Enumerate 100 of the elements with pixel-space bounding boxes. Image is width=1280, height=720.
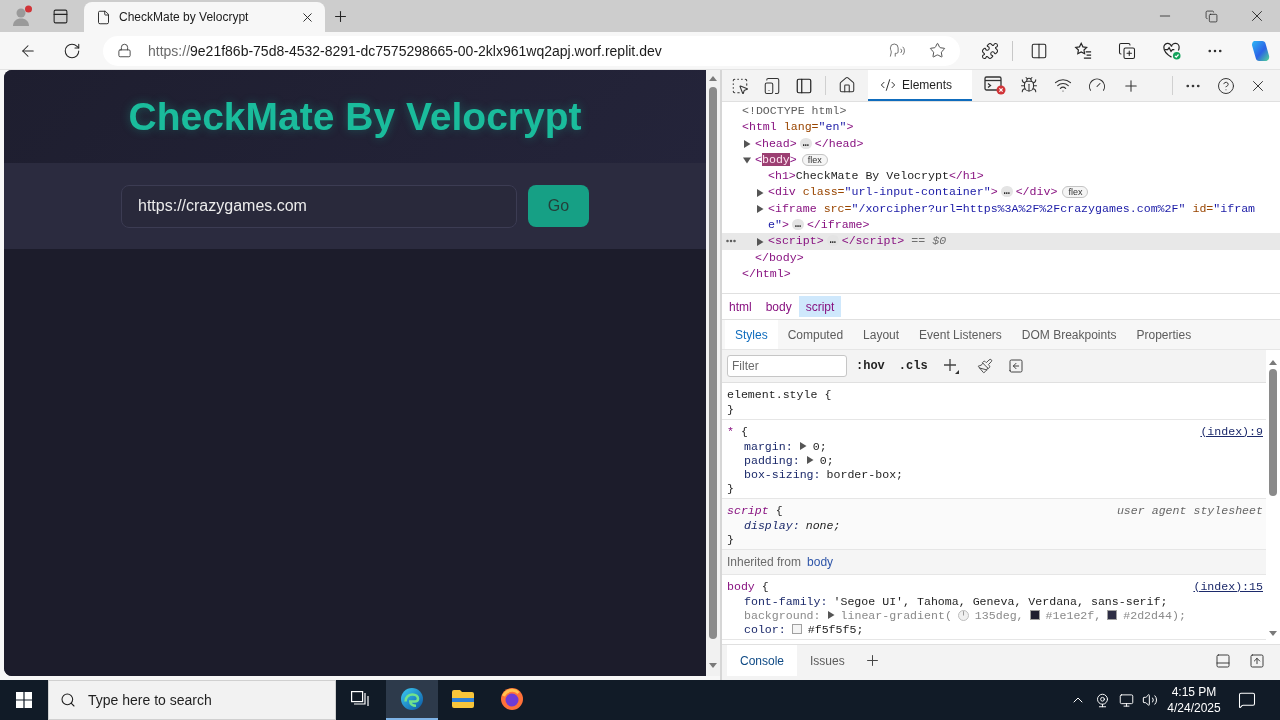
browser-tab[interactable]: CheckMate by Velocrypt	[84, 2, 325, 32]
paintbrush-icon[interactable]	[976, 358, 993, 374]
caret-icon[interactable]	[798, 442, 807, 450]
start-menu-icon[interactable]	[16, 692, 32, 708]
panel-tab[interactable]: Styles	[725, 320, 778, 349]
elements-tab[interactable]: Elements	[868, 70, 973, 101]
favorites-icon[interactable]	[1074, 41, 1092, 60]
css-selector: * {	[727, 424, 748, 438]
css-property: display:	[744, 518, 800, 532]
panel-bottom-icon[interactable]	[1215, 652, 1231, 669]
dom-tree-row[interactable]: <div class="url-input-container"> … </div> flex	[722, 184, 1280, 201]
breadcrumb[interactable]: script	[798, 296, 842, 317]
drawer-tab[interactable]: Console	[727, 645, 798, 676]
color-swatch[interactable]	[1029, 610, 1040, 620]
filter-field[interactable]: Filter	[727, 355, 847, 377]
panel-tab[interactable]: Layout	[853, 320, 910, 349]
scrollbar-track[interactable]	[706, 70, 720, 676]
task-view-icon	[351, 690, 369, 708]
dom-tree-row[interactable]: <script> … </script> == $0	[722, 233, 1280, 250]
breadcrumb[interactable]: html	[722, 296, 759, 317]
scrollbar-thumb[interactable]	[1269, 369, 1277, 496]
css-value: #f5f5f5;	[807, 622, 864, 636]
inspect-icon[interactable]	[731, 76, 749, 95]
css-value: 135deg,	[974, 608, 1024, 622]
css-property: color:	[744, 622, 786, 636]
style-toggle-button[interactable]: .cls	[898, 359, 928, 373]
css-property: padding:	[744, 453, 800, 467]
taskbar-app-button[interactable]	[386, 680, 438, 720]
volume-icon[interactable]	[1142, 692, 1158, 708]
breadcrumb[interactable]: body	[758, 296, 799, 317]
source-link[interactable]: (index):9	[1200, 424, 1263, 438]
profile-icon[interactable]	[11, 5, 33, 27]
color-swatch[interactable]	[791, 624, 802, 634]
devices-icon[interactable]	[763, 76, 781, 95]
collections-icon[interactable]	[1118, 41, 1136, 60]
puzzle-icon[interactable]	[981, 41, 999, 60]
panel-tab[interactable]: Event Listeners	[909, 320, 1012, 349]
gauge-icon	[1088, 75, 1107, 94]
notification-icon[interactable]	[1238, 691, 1256, 709]
markup-text: <html lang="en">	[742, 119, 854, 136]
square-arrow-up-icon[interactable]	[1249, 652, 1265, 669]
caret-icon[interactable]	[805, 456, 814, 464]
speech-icon[interactable]	[888, 42, 906, 59]
panel-tab[interactable]: Properties	[1126, 320, 1202, 349]
dom-tree-row[interactable]: <head> … </head>	[722, 135, 1280, 152]
scroll-down-icon[interactable]	[1269, 631, 1277, 636]
home-icon	[838, 75, 856, 94]
search-icon	[60, 692, 76, 708]
closing-markup-text: </html>	[742, 265, 791, 282]
source-label: user agent stylesheet	[1116, 503, 1263, 517]
scroll-down-icon[interactable]	[709, 663, 717, 668]
caret-icon[interactable]	[743, 156, 751, 165]
caret-icon[interactable]	[756, 188, 764, 197]
tab-actions-icon[interactable]	[51, 7, 69, 25]
drawer-tab[interactable]: Issues	[797, 645, 858, 676]
sidebar-toggle-icon[interactable]	[795, 76, 813, 95]
refresh-icon[interactable]	[63, 41, 81, 60]
caret-icon[interactable]	[826, 611, 835, 619]
monitor-icon[interactable]	[1118, 692, 1134, 708]
new-rule-icon[interactable]	[942, 358, 959, 374]
globe-logo-icon	[499, 687, 524, 711]
color-swatch[interactable]	[1107, 610, 1118, 620]
dom-tree-row[interactable]: <!DOCTYPE html>	[722, 103, 1280, 120]
css-value: 0;	[812, 439, 827, 453]
caret-icon[interactable]	[756, 237, 764, 246]
url-input[interactable]: https://crazygames.com	[121, 184, 517, 228]
inherited-link[interactable]: body	[807, 555, 834, 569]
lock-icon[interactable]	[117, 43, 132, 58]
panel-tab[interactable]: Computed	[777, 320, 854, 349]
css-value: #1e1e2f,	[1045, 608, 1102, 622]
panel-tab[interactable]: DOM Breakpoints	[1011, 320, 1127, 349]
inherited-label: Inherited from	[727, 555, 802, 569]
code-icon	[880, 76, 896, 93]
closing-markup-text: </body>	[755, 249, 804, 266]
flex-badge[interactable]: flex	[801, 153, 828, 166]
scroll-up-icon[interactable]	[709, 76, 717, 81]
caret-icon[interactable]	[756, 204, 764, 213]
star-icon[interactable]	[928, 42, 946, 59]
help-icon[interactable]	[1216, 76, 1235, 95]
css-value: border-box;	[826, 467, 904, 481]
caret-icon[interactable]	[743, 139, 751, 148]
flex-badge[interactable]: flex	[1062, 186, 1089, 199]
heart-pulse-icon[interactable]	[1161, 41, 1181, 60]
clock-date: 4/24/2025	[1167, 700, 1221, 716]
style-toggle-button[interactable]: :hov	[856, 359, 885, 373]
split-screen-icon[interactable]	[1030, 41, 1048, 60]
css-brace: }	[727, 532, 734, 546]
source-link[interactable]: (index):15	[1193, 579, 1263, 593]
dom-tree-row[interactable]: <html lang="en">	[722, 119, 1280, 136]
address-bar[interactable]: https://9e21f86b-75d8-4532-8291-dc7575298665-00-2klx961wq2apj.worf.replit.dev	[103, 35, 960, 66]
scrollbar-thumb[interactable]	[709, 87, 717, 639]
search-field[interactable]: Type here to search	[48, 680, 336, 720]
webcam-icon[interactable]	[1094, 692, 1110, 708]
clock-time: 4:15 PM	[1171, 684, 1217, 700]
bug-icon	[1020, 75, 1039, 94]
markup-text: <head> … </head>	[755, 135, 864, 152]
markup-text: <script> … </script> == $0	[768, 233, 947, 250]
restore-icon[interactable]	[1204, 9, 1218, 23]
dom-tree-row[interactable]: <h1>CheckMate By Velocrypt</h1>	[722, 168, 1280, 185]
scroll-up-icon[interactable]	[1269, 360, 1277, 365]
